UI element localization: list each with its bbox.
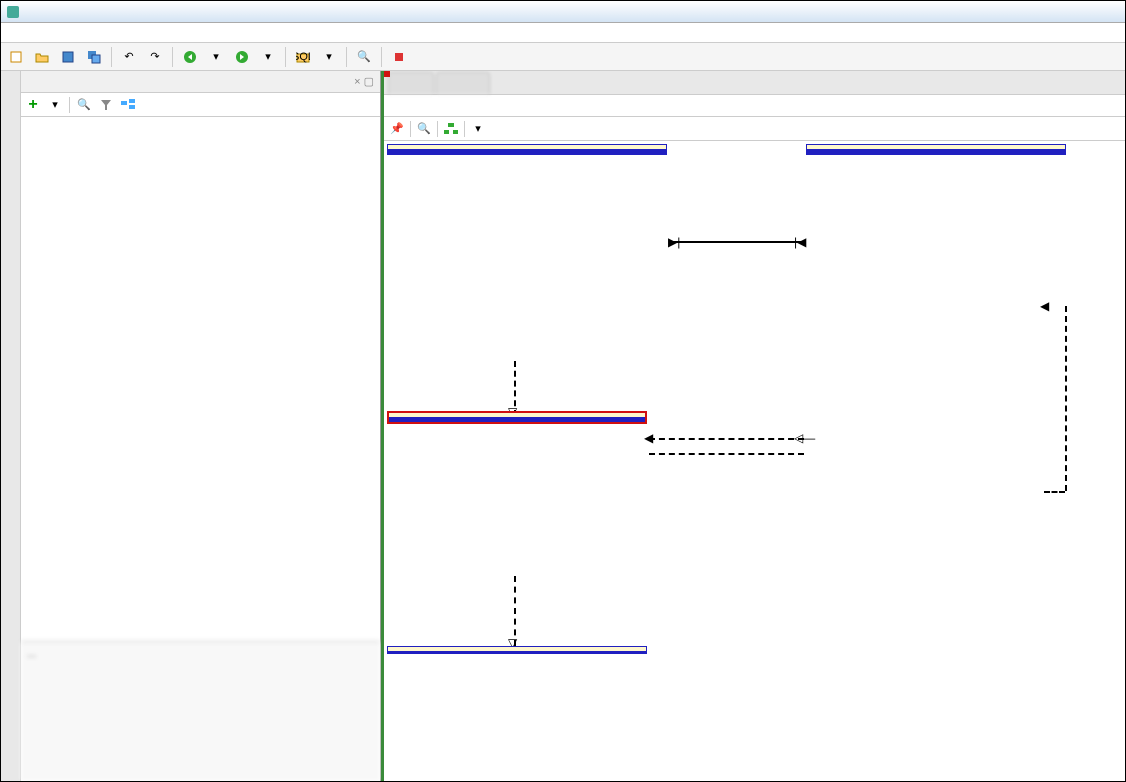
open-button[interactable]: [31, 46, 53, 68]
save-button[interactable]: [57, 46, 79, 68]
back-menu[interactable]: ▾: [205, 46, 227, 68]
stop-button[interactable]: [388, 46, 410, 68]
ghost-tab-2: [436, 72, 491, 94]
pin-button[interactable]: 📌: [388, 120, 406, 138]
actions-dropdown[interactable]: ▾: [469, 120, 487, 138]
left-vtabs: [1, 71, 21, 781]
redo-button[interactable]: ↷: [144, 46, 166, 68]
erd-employees[interactable]: [806, 144, 1066, 155]
layout-button[interactable]: [442, 120, 460, 138]
app-icon: [5, 4, 21, 20]
titlebar: [1, 1, 1125, 23]
forward-menu[interactable]: ▾: [257, 46, 279, 68]
app-window: ↶ ↷ ▾ ▾ SQL ▾ 🔍 × ▢ + ▾ 🔍: [0, 0, 1126, 782]
ghost-tab-1: [388, 72, 434, 94]
erd-job-history[interactable]: [387, 144, 667, 155]
new-button[interactable]: [5, 46, 27, 68]
editor-area: 📌 🔍 ▾ ▶| |◀ ▽ ▽ ◀ ◁—: [381, 71, 1125, 781]
connections-header: × ▢: [21, 71, 380, 93]
table-subtabs: [384, 95, 1125, 117]
editor-tabs: [384, 71, 1125, 95]
saveall-button[interactable]: [83, 46, 105, 68]
sidebar: × ▢ + ▾ 🔍 ...: [21, 71, 381, 781]
erd-departments[interactable]: [387, 411, 647, 424]
connection-tree[interactable]: [21, 117, 380, 641]
erd-canvas[interactable]: ▶| |◀ ▽ ▽ ◀ ◁— ◀: [384, 141, 1125, 781]
find-button[interactable]: 🔍: [353, 46, 375, 68]
main-toolbar: ↶ ↷ ▾ ▾ SQL ▾ 🔍: [1, 43, 1125, 71]
sql-button[interactable]: SQL: [292, 46, 314, 68]
svg-text:SQL: SQL: [296, 51, 310, 63]
add-connection-button[interactable]: +: [25, 97, 41, 113]
forward-button[interactable]: [231, 46, 253, 68]
undo-button[interactable]: ↶: [118, 46, 140, 68]
zoom-button[interactable]: 🔍: [415, 120, 433, 138]
connections-toolbar: + ▾ 🔍: [21, 93, 380, 117]
sql-menu[interactable]: ▾: [318, 46, 340, 68]
reports-vtab[interactable]: [9, 91, 13, 99]
add-menu[interactable]: ▾: [47, 97, 63, 113]
close-panel-icon[interactable]: × ▢: [354, 75, 374, 88]
tree-button[interactable]: [120, 97, 136, 113]
refresh-button[interactable]: 🔍: [76, 97, 92, 113]
bottom-panel: ...: [21, 641, 380, 781]
back-button[interactable]: [179, 46, 201, 68]
model-toolbar: 📌 🔍 ▾: [384, 117, 1125, 141]
filter-button[interactable]: [98, 97, 114, 113]
body: × ▢ + ▾ 🔍 ...: [1, 71, 1125, 781]
menubar: [1, 23, 1125, 43]
erd-locations[interactable]: [387, 646, 647, 654]
